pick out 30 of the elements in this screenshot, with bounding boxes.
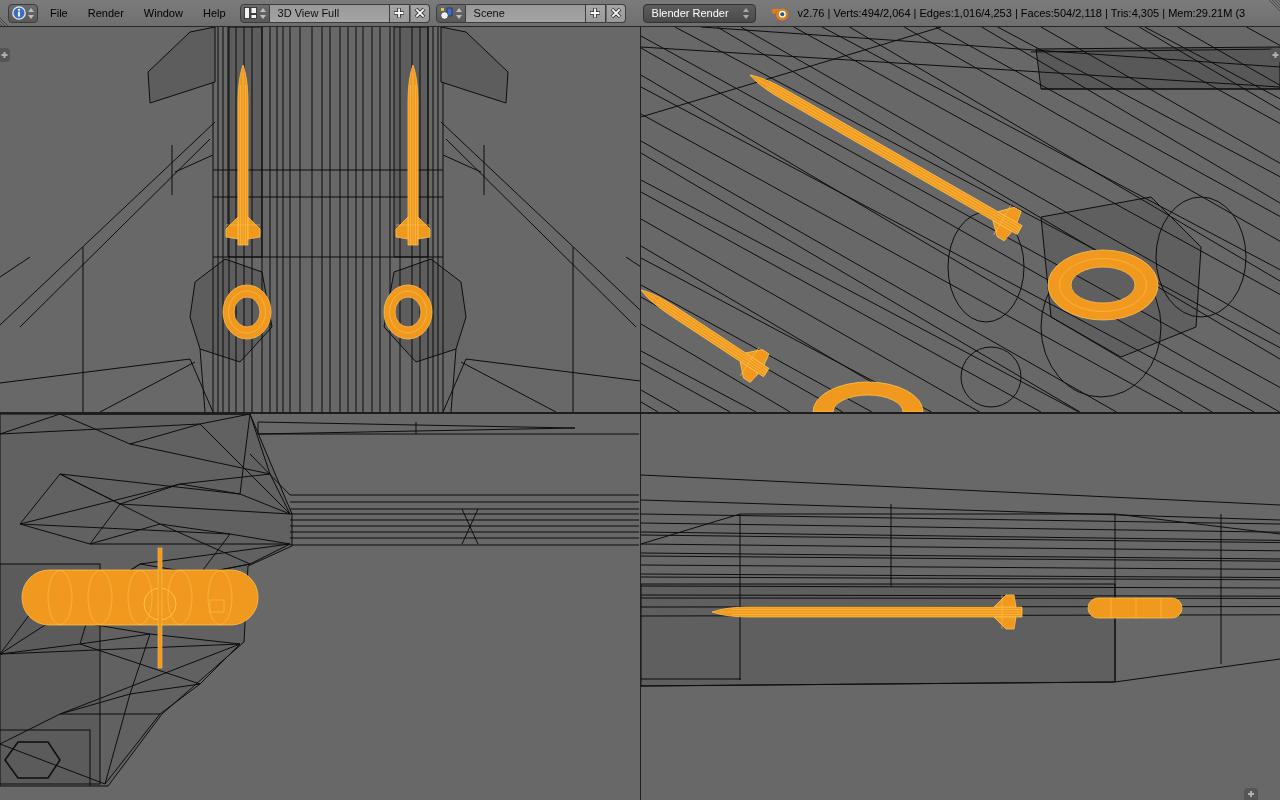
corner-grip-icon[interactable] bbox=[1269, 0, 1280, 11]
plus-icon[interactable] bbox=[1244, 788, 1258, 800]
screen-layout-button[interactable] bbox=[239, 3, 270, 23]
editor-type-button[interactable] bbox=[8, 3, 38, 23]
updown-arrows-icon bbox=[742, 7, 749, 19]
updown-arrows-icon bbox=[455, 7, 462, 19]
plus-icon[interactable] bbox=[1270, 48, 1280, 62]
add-layout-button[interactable] bbox=[389, 3, 410, 23]
screen-layout-field[interactable]: 3D View Full bbox=[269, 3, 390, 23]
scene-field[interactable]: Scene bbox=[465, 3, 586, 23]
close-icon bbox=[413, 7, 426, 19]
info-icon bbox=[12, 6, 26, 20]
plus-icon[interactable] bbox=[0, 48, 10, 62]
render-engine-dropdown[interactable]: Blender Render bbox=[642, 3, 756, 23]
scene-icon bbox=[439, 6, 453, 20]
menu-item[interactable]: Help bbox=[192, 3, 236, 23]
layout-icon bbox=[243, 7, 257, 19]
updown-arrows-icon bbox=[28, 7, 34, 19]
menu-item[interactable]: Render bbox=[77, 3, 134, 23]
scene-button[interactable] bbox=[435, 3, 466, 23]
plus-icon bbox=[393, 7, 406, 19]
delete-layout-button[interactable] bbox=[409, 3, 430, 23]
updown-arrows-icon bbox=[259, 7, 266, 19]
close-icon bbox=[609, 7, 622, 19]
menu-item[interactable]: Window bbox=[133, 3, 193, 23]
menu-item[interactable]: File bbox=[40, 3, 78, 23]
add-scene-button[interactable] bbox=[585, 3, 606, 23]
delete-scene-button[interactable] bbox=[605, 3, 626, 23]
scene-statistics: v2.76 | Verts:494/2,064 | Edges:1,016/4,253 | Faces:504/2,118 | Tris:4,305 | Mem:29.21M (3 bbox=[797, 7, 1246, 19]
plus-icon bbox=[589, 7, 602, 19]
